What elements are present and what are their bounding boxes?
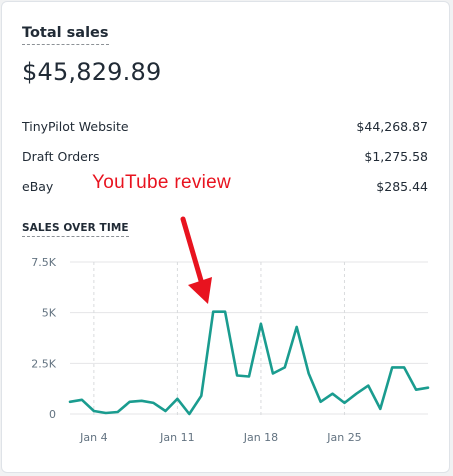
data-point[interactable]	[413, 387, 419, 393]
data-point[interactable]	[174, 396, 180, 402]
x-tick-label: Jan 11	[159, 431, 194, 444]
data-point[interactable]	[330, 391, 336, 397]
y-tick-label: 7.5K	[31, 256, 56, 269]
data-point[interactable]	[282, 364, 288, 370]
data-point[interactable]	[341, 400, 347, 406]
chart-series	[67, 309, 431, 417]
data-point[interactable]	[127, 399, 133, 405]
data-point[interactable]	[246, 374, 252, 380]
data-point[interactable]	[377, 406, 383, 412]
data-point[interactable]	[222, 309, 228, 315]
data-point[interactable]	[270, 370, 276, 376]
data-point[interactable]	[318, 399, 324, 405]
data-point[interactable]	[258, 321, 264, 327]
data-point[interactable]	[425, 385, 431, 391]
data-point[interactable]	[115, 409, 121, 415]
data-point[interactable]	[139, 398, 145, 404]
data-point[interactable]	[103, 410, 109, 416]
data-point[interactable]	[294, 324, 300, 330]
y-tick-label: 5K	[42, 307, 57, 320]
data-point[interactable]	[79, 397, 85, 403]
x-tick-label: Jan 25	[326, 431, 361, 444]
y-tick-label: 0	[49, 408, 56, 421]
data-point[interactable]	[389, 364, 395, 370]
sales-over-time-chart: 7.5K 5K 2.5K 0 Jan 4 Jan 11 Jan 18 Jan 25	[31, 216, 431, 444]
data-point[interactable]	[210, 309, 216, 315]
data-point[interactable]	[306, 370, 312, 376]
data-point[interactable]	[162, 408, 168, 414]
data-point[interactable]	[365, 383, 371, 389]
x-tick-label: Jan 18	[243, 431, 278, 444]
data-point[interactable]	[186, 411, 192, 417]
data-point[interactable]	[234, 372, 240, 378]
data-point[interactable]	[91, 408, 97, 414]
data-point[interactable]	[67, 399, 73, 405]
data-point[interactable]	[353, 391, 359, 397]
data-point[interactable]	[198, 393, 204, 399]
y-tick-label: 2.5K	[31, 357, 56, 370]
data-point[interactable]	[151, 400, 157, 406]
x-tick-label: Jan 4	[79, 431, 107, 444]
data-point[interactable]	[401, 364, 407, 370]
